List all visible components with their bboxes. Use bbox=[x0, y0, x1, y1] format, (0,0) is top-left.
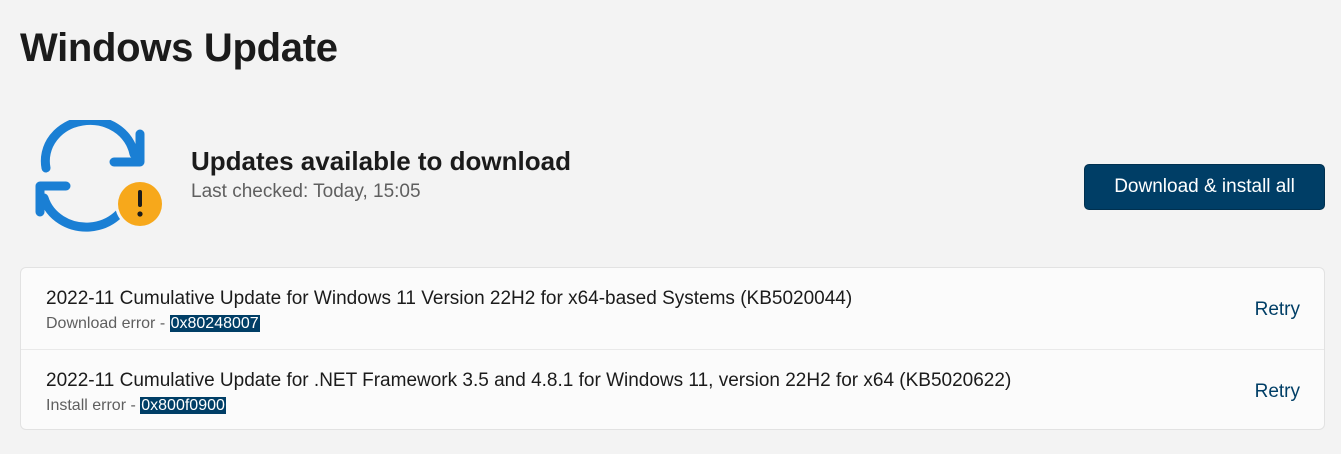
error-label: Download error - bbox=[46, 315, 170, 332]
sync-warning-icon bbox=[35, 120, 165, 232]
update-error: Download error - 0x80248007 bbox=[46, 313, 260, 335]
status-title: Updates available to download bbox=[191, 146, 571, 176]
retry-link[interactable]: Retry bbox=[1255, 298, 1300, 322]
retry-link[interactable]: Retry bbox=[1255, 380, 1300, 404]
update-name: 2022-11 Cumulative Update for .NET Frame… bbox=[46, 370, 1012, 391]
error-code: 0x800f0900 bbox=[140, 397, 226, 414]
error-label: Install error - bbox=[46, 397, 141, 414]
last-checked-text: Last checked: Today, 15:05 bbox=[191, 181, 421, 202]
update-list: 2022-11 Cumulative Update for Windows 11… bbox=[20, 267, 1325, 430]
update-item: 2022-11 Cumulative Update for .NET Frame… bbox=[21, 349, 1324, 431]
update-name: 2022-11 Cumulative Update for Windows 11… bbox=[46, 288, 853, 309]
page-title: Windows Update bbox=[20, 26, 338, 70]
download-install-all-button[interactable]: Download & install all bbox=[1084, 164, 1325, 210]
update-item: 2022-11 Cumulative Update for Windows 11… bbox=[21, 268, 1324, 349]
update-error: Install error - 0x800f0900 bbox=[46, 395, 226, 417]
error-code: 0x80248007 bbox=[169, 315, 260, 332]
